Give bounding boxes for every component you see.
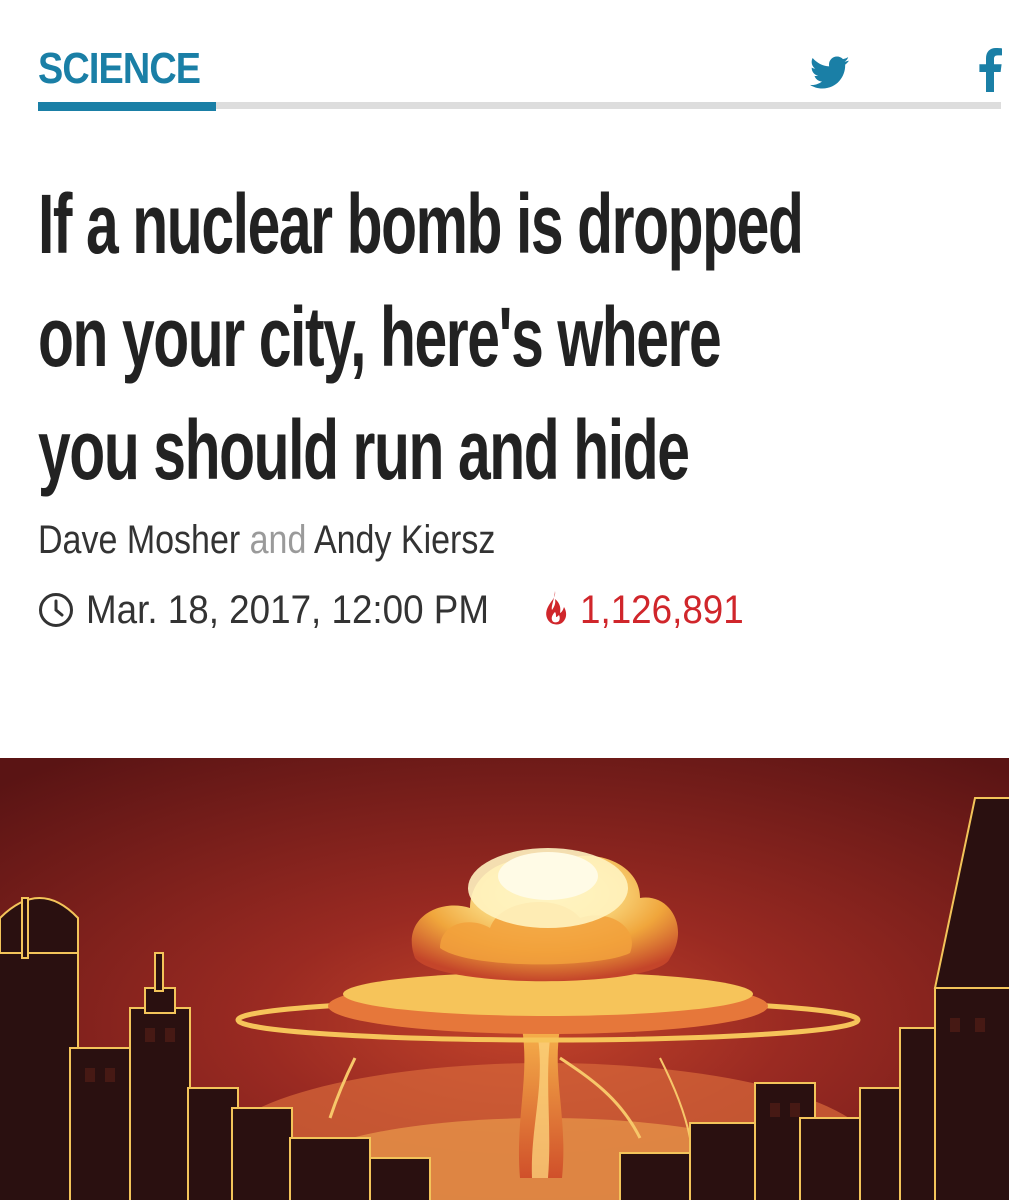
- flame-icon: [546, 591, 567, 625]
- section-divider-accent: [38, 102, 216, 111]
- author-joiner: and: [249, 518, 307, 562]
- headline-line: you should run and hide: [38, 403, 690, 497]
- hero-image: [0, 758, 1009, 1200]
- headline-line: If a nuclear bomb is dropped: [38, 177, 804, 271]
- clock-icon: [39, 593, 73, 627]
- byline: Dave Mosher and Andy Kiersz: [38, 518, 495, 563]
- publish-timestamp: Mar. 18, 2017, 12:00 PM: [86, 588, 490, 632]
- section-header: SCIENCE: [38, 40, 1002, 112]
- author-link[interactable]: Dave Mosher: [38, 518, 240, 562]
- section-label[interactable]: SCIENCE: [38, 44, 201, 94]
- facebook-f-icon: [979, 48, 1002, 92]
- article-headline: If a nuclear bomb is dropped on your cit…: [38, 168, 948, 507]
- author-link[interactable]: Andy Kiersz: [314, 518, 495, 562]
- twitter-bird-icon: [810, 56, 850, 89]
- view-count: 1,126,891: [580, 588, 744, 632]
- headline-line: on your city, here's where: [38, 290, 722, 384]
- twitter-share-button[interactable]: [810, 56, 850, 90]
- mushroom-cloud-illustration: [0, 758, 1009, 1200]
- facebook-share-button[interactable]: [978, 48, 1002, 92]
